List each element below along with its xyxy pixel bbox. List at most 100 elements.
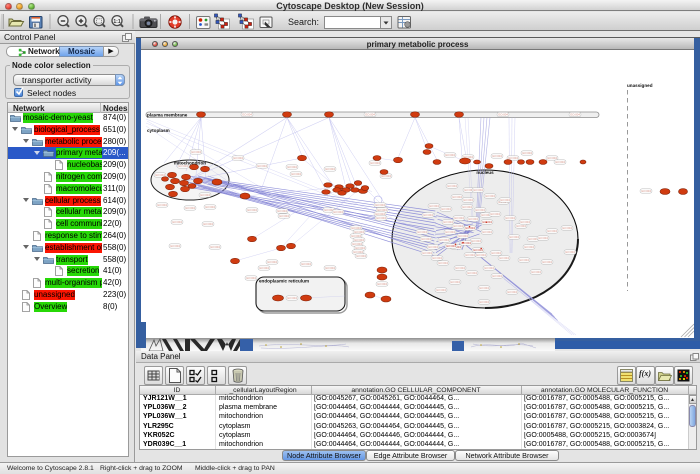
svg-text:GO:004: GO:004 — [565, 250, 575, 254]
svg-text:GO:004: GO:004 — [538, 236, 548, 240]
svg-text:GO:004: GO:004 — [492, 154, 502, 158]
svg-text:GO:004: GO:004 — [381, 174, 391, 178]
svg-text:GO:004: GO:004 — [570, 113, 580, 117]
svg-text:GO:004: GO:004 — [172, 220, 182, 224]
svg-text:GO:004: GO:004 — [491, 251, 501, 255]
svg-text:GO:004: GO:004 — [157, 203, 167, 207]
svg-text:GO:004: GO:004 — [499, 256, 509, 260]
svg-text:GO:004: GO:004 — [429, 204, 439, 208]
svg-text:GO:004: GO:004 — [447, 184, 457, 188]
svg-text:unassigned: unassigned — [627, 83, 653, 88]
svg-text:GO:004: GO:004 — [498, 113, 508, 117]
svg-text:GO:004: GO:004 — [562, 226, 572, 230]
svg-text:GO:004: GO:004 — [454, 216, 464, 220]
svg-text:GO:004: GO:004 — [465, 253, 475, 257]
svg-text:GO:004: GO:004 — [242, 113, 252, 117]
svg-text:GO:004: GO:004 — [522, 151, 532, 155]
svg-text:GO:004: GO:004 — [259, 266, 269, 270]
svg-text:GO:004: GO:004 — [453, 224, 463, 228]
svg-text:GO:004: GO:004 — [482, 230, 492, 234]
svg-text:GO:004: GO:004 — [432, 256, 442, 260]
svg-text:GO:004: GO:004 — [490, 212, 500, 216]
svg-text:GO:004: GO:004 — [247, 208, 257, 212]
svg-text:GO:004: GO:004 — [325, 167, 335, 171]
svg-text:GO:004: GO:004 — [325, 266, 335, 270]
svg-text:GO:004: GO:004 — [555, 160, 565, 164]
svg-text:GO:004: GO:004 — [520, 220, 530, 224]
svg-text:GO:004: GO:004 — [641, 189, 651, 193]
svg-text:GO:004: GO:004 — [376, 216, 386, 220]
svg-text:GO:004: GO:004 — [200, 193, 210, 197]
svg-text:GO:004: GO:004 — [279, 214, 289, 218]
svg-text:GO:004: GO:004 — [468, 217, 478, 221]
svg-text:GO:004: GO:004 — [428, 245, 438, 249]
svg-text:GO:004: GO:004 — [436, 288, 446, 292]
svg-text:GO:004: GO:004 — [445, 230, 455, 234]
svg-text:endoplasmic reticulum: endoplasmic reticulum — [259, 279, 309, 284]
svg-text:GO:004: GO:004 — [443, 220, 453, 224]
svg-text:nucleus: nucleus — [476, 170, 494, 175]
svg-text:GO:004: GO:004 — [479, 286, 489, 290]
svg-text:GO:004: GO:004 — [277, 209, 287, 213]
svg-text:GO:004: GO:004 — [438, 261, 448, 265]
svg-text:GO:004: GO:004 — [450, 280, 460, 284]
svg-text:GO:004: GO:004 — [531, 270, 541, 274]
svg-text:GO:004: GO:004 — [287, 165, 297, 169]
svg-text:GO:004: GO:004 — [445, 153, 455, 157]
svg-text:GO:004: GO:004 — [485, 194, 495, 198]
svg-text:GO:004: GO:004 — [441, 207, 451, 211]
svg-text:GO:004: GO:004 — [492, 274, 502, 278]
svg-text:GO:004: GO:004 — [205, 205, 215, 209]
svg-text:GO:004: GO:004 — [370, 161, 380, 165]
svg-text:GO:004: GO:004 — [422, 251, 432, 255]
svg-text:GO:004: GO:004 — [170, 244, 180, 248]
svg-text:mitochondrion: mitochondrion — [174, 161, 206, 166]
svg-text:GO:004: GO:004 — [471, 239, 481, 243]
svg-text:GO:004: GO:004 — [287, 296, 297, 300]
svg-text:GO:004: GO:004 — [482, 220, 492, 224]
svg-text:GO:004: GO:004 — [519, 258, 529, 262]
svg-text:GO:004: GO:004 — [257, 164, 267, 168]
svg-text:cytoplasm: cytoplasm — [147, 128, 170, 133]
svg-text:GO:004: GO:004 — [462, 205, 472, 209]
svg-text:GO:004: GO:004 — [291, 172, 301, 176]
svg-text:GO:004: GO:004 — [458, 234, 468, 238]
svg-text:GO:004: GO:004 — [191, 150, 201, 154]
svg-text:plasma membrane: plasma membrane — [147, 113, 188, 118]
svg-text:GO:004: GO:004 — [467, 271, 477, 275]
svg-text:GO:004: GO:004 — [246, 276, 256, 280]
svg-text:GO:004: GO:004 — [356, 254, 366, 258]
svg-text:GO:004: GO:004 — [421, 237, 431, 241]
svg-text:GO:004: GO:004 — [507, 290, 517, 294]
svg-text:1:1: 1:1 — [113, 19, 120, 25]
svg-text:GO:004: GO:004 — [233, 156, 243, 160]
svg-text:GO:004: GO:004 — [476, 253, 486, 257]
svg-text:GO:004: GO:004 — [475, 208, 485, 212]
svg-text:GO:004: GO:004 — [509, 235, 519, 239]
svg-text:Search:: Search: — [288, 17, 319, 27]
svg-text:GO:004: GO:004 — [500, 198, 510, 202]
svg-text:GO:004: GO:004 — [333, 210, 343, 214]
svg-text:GO:004: GO:004 — [473, 188, 483, 192]
svg-text:GO:004: GO:004 — [516, 224, 526, 228]
svg-text:GO:004: GO:004 — [542, 260, 552, 264]
svg-text:GO:004: GO:004 — [203, 222, 213, 226]
svg-text:GO:004: GO:004 — [479, 300, 489, 304]
svg-text:GO:004: GO:004 — [365, 113, 375, 117]
svg-text:GO:004: GO:004 — [547, 229, 557, 233]
svg-text:GO:004: GO:004 — [439, 238, 449, 242]
svg-text:GO:004: GO:004 — [417, 230, 427, 234]
svg-text:GO:004: GO:004 — [377, 282, 387, 286]
svg-text:GO:004: GO:004 — [423, 213, 433, 217]
svg-text:GO:004: GO:004 — [463, 198, 473, 202]
svg-text:GO:004: GO:004 — [210, 245, 220, 249]
svg-text:GO:004: GO:004 — [524, 245, 534, 249]
svg-text:GO:004: GO:004 — [455, 266, 465, 270]
svg-text:GO:004: GO:004 — [452, 195, 462, 199]
svg-text:GO:004: GO:004 — [505, 216, 515, 220]
svg-text:GO:004: GO:004 — [267, 260, 277, 264]
svg-text:GO:004: GO:004 — [301, 262, 311, 266]
svg-text:GO:004: GO:004 — [185, 206, 195, 210]
svg-text:GO:004: GO:004 — [484, 266, 494, 270]
svg-text:GO:004: GO:004 — [446, 244, 456, 248]
